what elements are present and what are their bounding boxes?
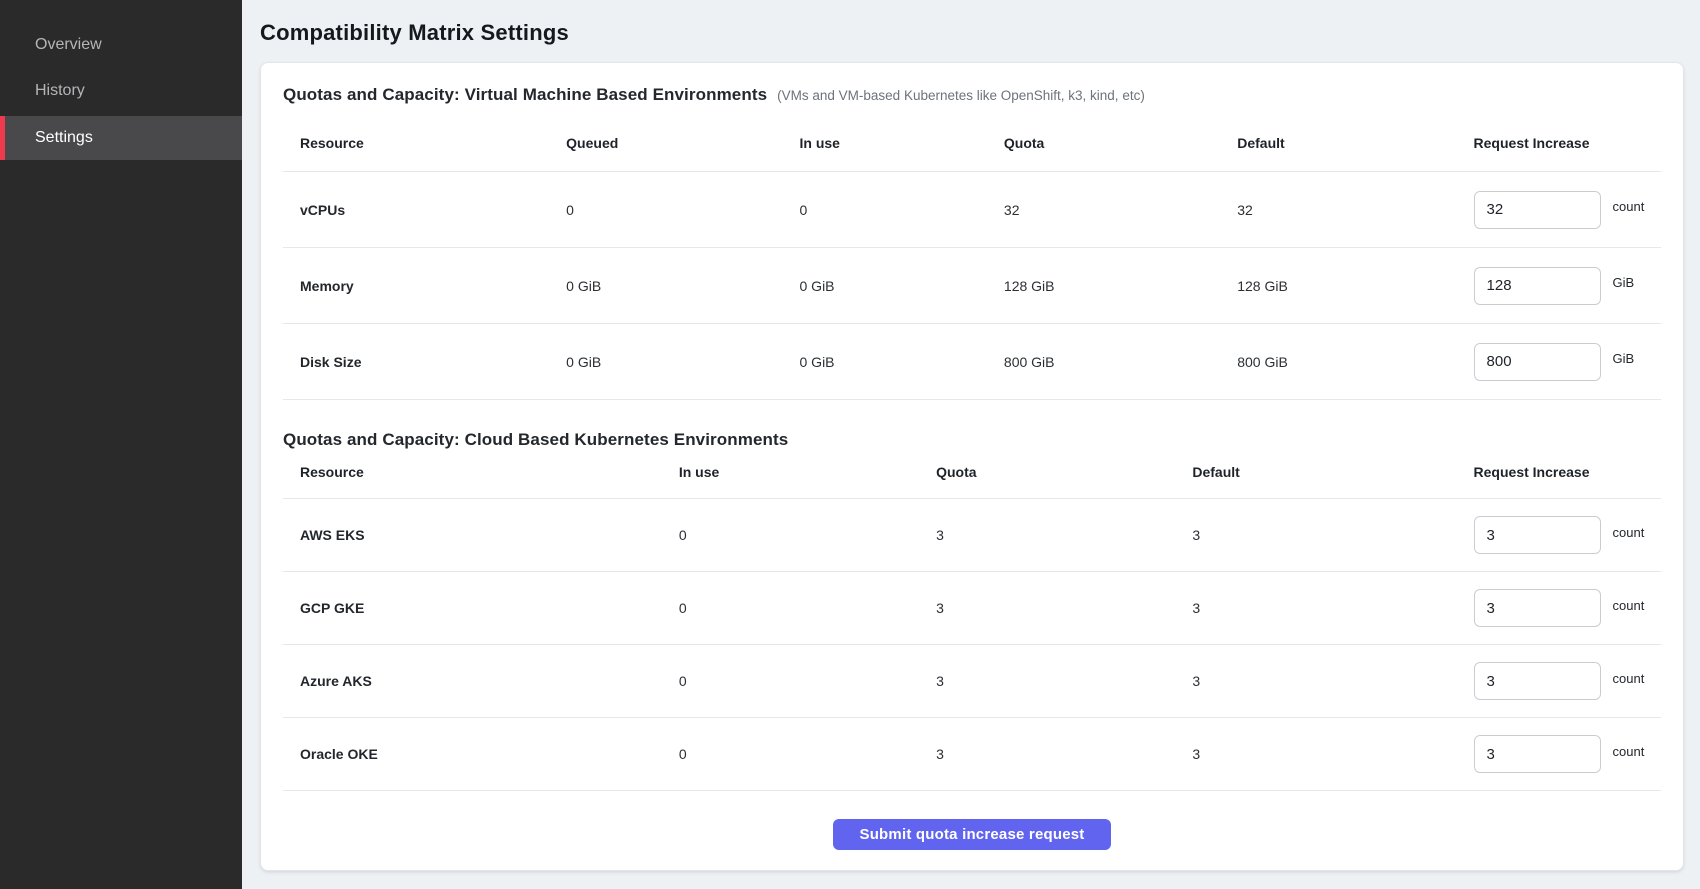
azure-aks-request-input[interactable] [1474,662,1601,700]
cell-default: 32 [1237,202,1473,218]
cell-default: 3 [1192,527,1473,543]
unit-label: GiB [1613,351,1635,366]
button-row: Submit quota increase request [283,819,1661,850]
cell-quota: 3 [936,527,1192,543]
cell-default: 3 [1192,746,1473,762]
table-row-oracle-oke: Oracle OKE 0 3 3 count [283,718,1661,791]
unit-label: count [1613,744,1645,759]
sidebar-item-settings[interactable]: Settings [0,116,242,160]
column-header-default: Default [1192,464,1473,480]
vm-section-header: Quotas and Capacity: Virtual Machine Bas… [283,85,1661,105]
table-row-azure-aks: Azure AKS 0 3 3 count [283,645,1661,718]
disk-size-request-input[interactable] [1474,343,1601,381]
cell-resource: Azure AKS [283,673,679,689]
vm-section-title: Quotas and Capacity: Virtual Machine Bas… [283,85,767,105]
vm-section-subtitle: (VMs and VM-based Kubernetes like OpenSh… [777,88,1145,103]
cell-queued: 0 GiB [566,278,799,294]
vm-table-header: Resource Queued In use Quota Default Req… [283,135,1661,172]
settings-card: Quotas and Capacity: Virtual Machine Bas… [260,62,1684,871]
k8s-section-header: Quotas and Capacity: Cloud Based Kuberne… [283,430,1661,450]
cell-resource: AWS EKS [283,527,679,543]
column-header-default: Default [1237,135,1473,151]
cell-resource: Memory [283,278,566,294]
column-header-in-use: In use [800,135,1004,151]
cell-quota: 3 [936,673,1192,689]
sidebar-item-label: Settings [35,129,93,147]
sidebar-item-label: History [35,82,85,100]
unit-label: GiB [1613,275,1635,290]
sidebar-item-label: Overview [35,36,102,54]
cell-resource: Oracle OKE [283,746,679,762]
column-header-request-increase: Request Increase [1474,464,1661,480]
unit-label: count [1613,199,1645,214]
cell-request-increase: count [1474,191,1661,229]
aws-eks-request-input[interactable] [1474,516,1601,554]
column-header-queued: Queued [566,135,799,151]
cell-request-increase: count [1474,735,1661,773]
k8s-table-header: Resource In use Quota Default Request In… [283,464,1661,499]
column-header-quota: Quota [936,464,1192,480]
column-header-resource: Resource [283,135,566,151]
cell-resource: Disk Size [283,354,566,370]
table-row-vcpus: vCPUs 0 0 32 32 count [283,172,1661,248]
sidebar-item-overview[interactable]: Overview [0,24,242,66]
sidebar: Overview History Settings [0,0,242,889]
column-header-resource: Resource [283,464,679,480]
cell-queued: 0 [566,202,799,218]
cell-in-use: 0 [679,746,936,762]
cell-request-increase: count [1474,662,1661,700]
cell-quota: 128 GiB [1004,278,1237,294]
cell-in-use: 0 [679,673,936,689]
cell-request-increase: GiB [1474,343,1661,381]
unit-label: count [1613,525,1645,540]
sidebar-item-history[interactable]: History [0,70,242,112]
unit-label: count [1613,671,1645,686]
cell-default: 3 [1192,673,1473,689]
cell-in-use: 0 GiB [800,354,1004,370]
cell-default: 128 GiB [1237,278,1473,294]
cell-in-use: 0 [800,202,1004,218]
table-row-disk-size: Disk Size 0 GiB 0 GiB 800 GiB 800 GiB Gi… [283,324,1661,400]
cell-quota: 800 GiB [1004,354,1237,370]
table-row-memory: Memory 0 GiB 0 GiB 128 GiB 128 GiB GiB [283,248,1661,324]
column-header-in-use: In use [679,464,936,480]
cell-request-increase: GiB [1474,267,1661,305]
cell-resource: GCP GKE [283,600,679,616]
cell-in-use: 0 GiB [800,278,1004,294]
unit-label: count [1613,598,1645,613]
main-content: Compatibility Matrix Settings Quotas and… [242,0,1700,889]
cell-in-use: 0 [679,600,936,616]
cell-quota: 32 [1004,202,1237,218]
table-row-aws-eks: AWS EKS 0 3 3 count [283,499,1661,572]
cell-in-use: 0 [679,527,936,543]
column-header-quota: Quota [1004,135,1237,151]
column-header-request-increase: Request Increase [1474,135,1661,151]
gcp-gke-request-input[interactable] [1474,589,1601,627]
submit-quota-increase-button[interactable]: Submit quota increase request [833,819,1110,850]
cell-default: 3 [1192,600,1473,616]
cell-default: 800 GiB [1237,354,1473,370]
k8s-section-title: Quotas and Capacity: Cloud Based Kuberne… [283,430,788,450]
memory-request-input[interactable] [1474,267,1601,305]
cell-quota: 3 [936,746,1192,762]
vcpus-request-input[interactable] [1474,191,1601,229]
cell-request-increase: count [1474,516,1661,554]
oracle-oke-request-input[interactable] [1474,735,1601,773]
cell-request-increase: count [1474,589,1661,627]
cell-quota: 3 [936,600,1192,616]
cell-queued: 0 GiB [566,354,799,370]
page-title: Compatibility Matrix Settings [260,20,1684,46]
cell-resource: vCPUs [283,202,566,218]
table-row-gcp-gke: GCP GKE 0 3 3 count [283,572,1661,645]
